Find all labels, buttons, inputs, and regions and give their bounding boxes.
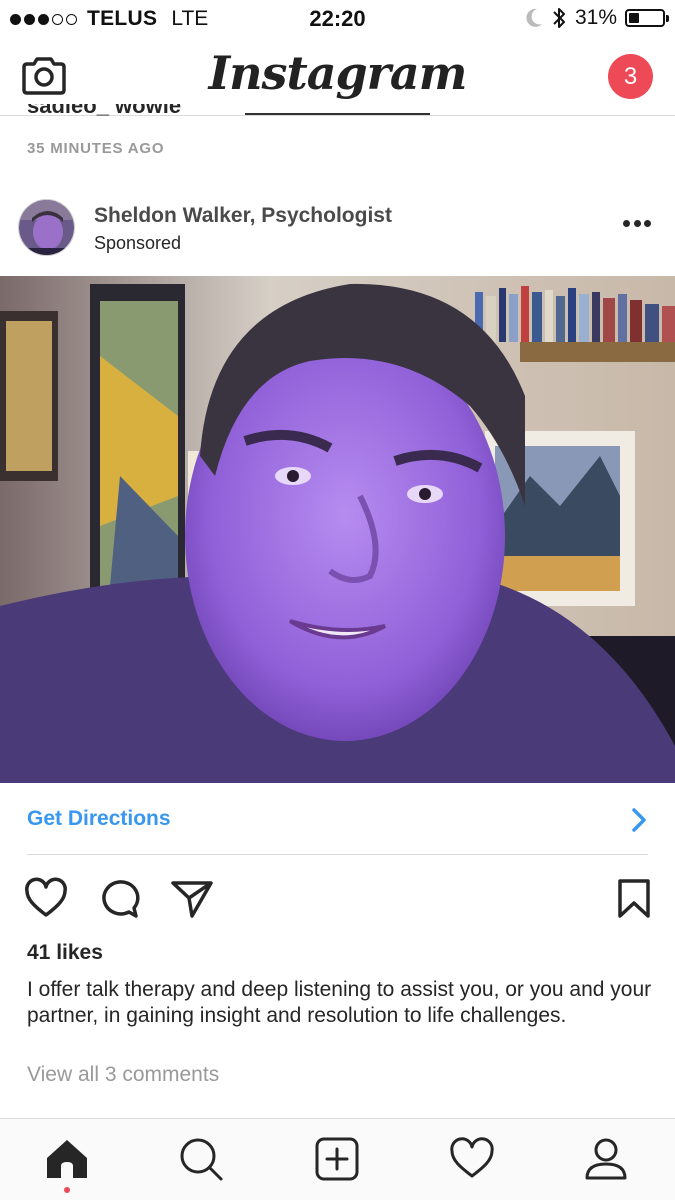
more-dot bbox=[623, 219, 630, 227]
notification-badge[interactable]: 3 bbox=[608, 54, 653, 99]
battery-icon bbox=[625, 9, 669, 27]
battery-percent: 31% bbox=[574, 6, 617, 29]
bottom-tab-bar bbox=[0, 1118, 675, 1200]
share-icon[interactable] bbox=[170, 877, 214, 921]
profile-icon[interactable] bbox=[583, 1136, 629, 1182]
avatar-image bbox=[19, 200, 74, 255]
moon-icon bbox=[526, 8, 542, 27]
search-icon[interactable] bbox=[178, 1136, 224, 1182]
status-right: 31% bbox=[525, 6, 669, 30]
comment-icon[interactable] bbox=[97, 877, 141, 921]
more-dot bbox=[644, 219, 651, 227]
previous-post-timestamp: 35 MINUTES AGO bbox=[27, 140, 165, 157]
post-photo[interactable] bbox=[0, 276, 675, 783]
logo-underline bbox=[245, 113, 430, 115]
bluetooth-icon bbox=[553, 8, 565, 28]
active-tab-indicator bbox=[64, 1187, 70, 1193]
chevron-right-icon[interactable] bbox=[629, 807, 649, 833]
activity-heart-icon[interactable] bbox=[449, 1136, 495, 1182]
sponsored-label: Sponsored bbox=[94, 233, 182, 253]
bookmark-icon[interactable] bbox=[612, 877, 656, 921]
post-header: Sheldon Walker, Psychologist Sponsored bbox=[0, 196, 675, 276]
view-comments-link[interactable]: View all 3 comments bbox=[27, 1063, 219, 1087]
likes-count[interactable]: 41 likes bbox=[27, 941, 103, 965]
previous-post-username[interactable]: sadieo_ wowie bbox=[27, 104, 181, 126]
get-directions-link[interactable]: Get Directions bbox=[27, 807, 171, 831]
add-post-icon[interactable] bbox=[314, 1136, 360, 1182]
get-directions-bar[interactable]: Get Directions bbox=[0, 785, 675, 855]
post-caption: I offer talk therapy and deep listening … bbox=[27, 978, 652, 1027]
post-author[interactable]: Sheldon Walker, Psychologist bbox=[94, 204, 392, 228]
home-icon[interactable] bbox=[44, 1136, 90, 1182]
status-bar: TELUS LTE 22:20 31% bbox=[0, 0, 675, 38]
avatar[interactable] bbox=[18, 199, 75, 256]
battery-fill bbox=[629, 13, 639, 23]
like-heart-icon[interactable] bbox=[24, 877, 68, 921]
instagram-logo: Instagram bbox=[208, 46, 468, 100]
previous-post-username-text: sadieo_ wowie bbox=[27, 104, 182, 118]
post-photo-image bbox=[0, 276, 675, 783]
battery-cap bbox=[666, 15, 669, 22]
post-actions bbox=[0, 870, 675, 930]
more-options-icon[interactable] bbox=[623, 216, 651, 230]
more-dot bbox=[633, 219, 641, 227]
divider bbox=[27, 854, 648, 855]
